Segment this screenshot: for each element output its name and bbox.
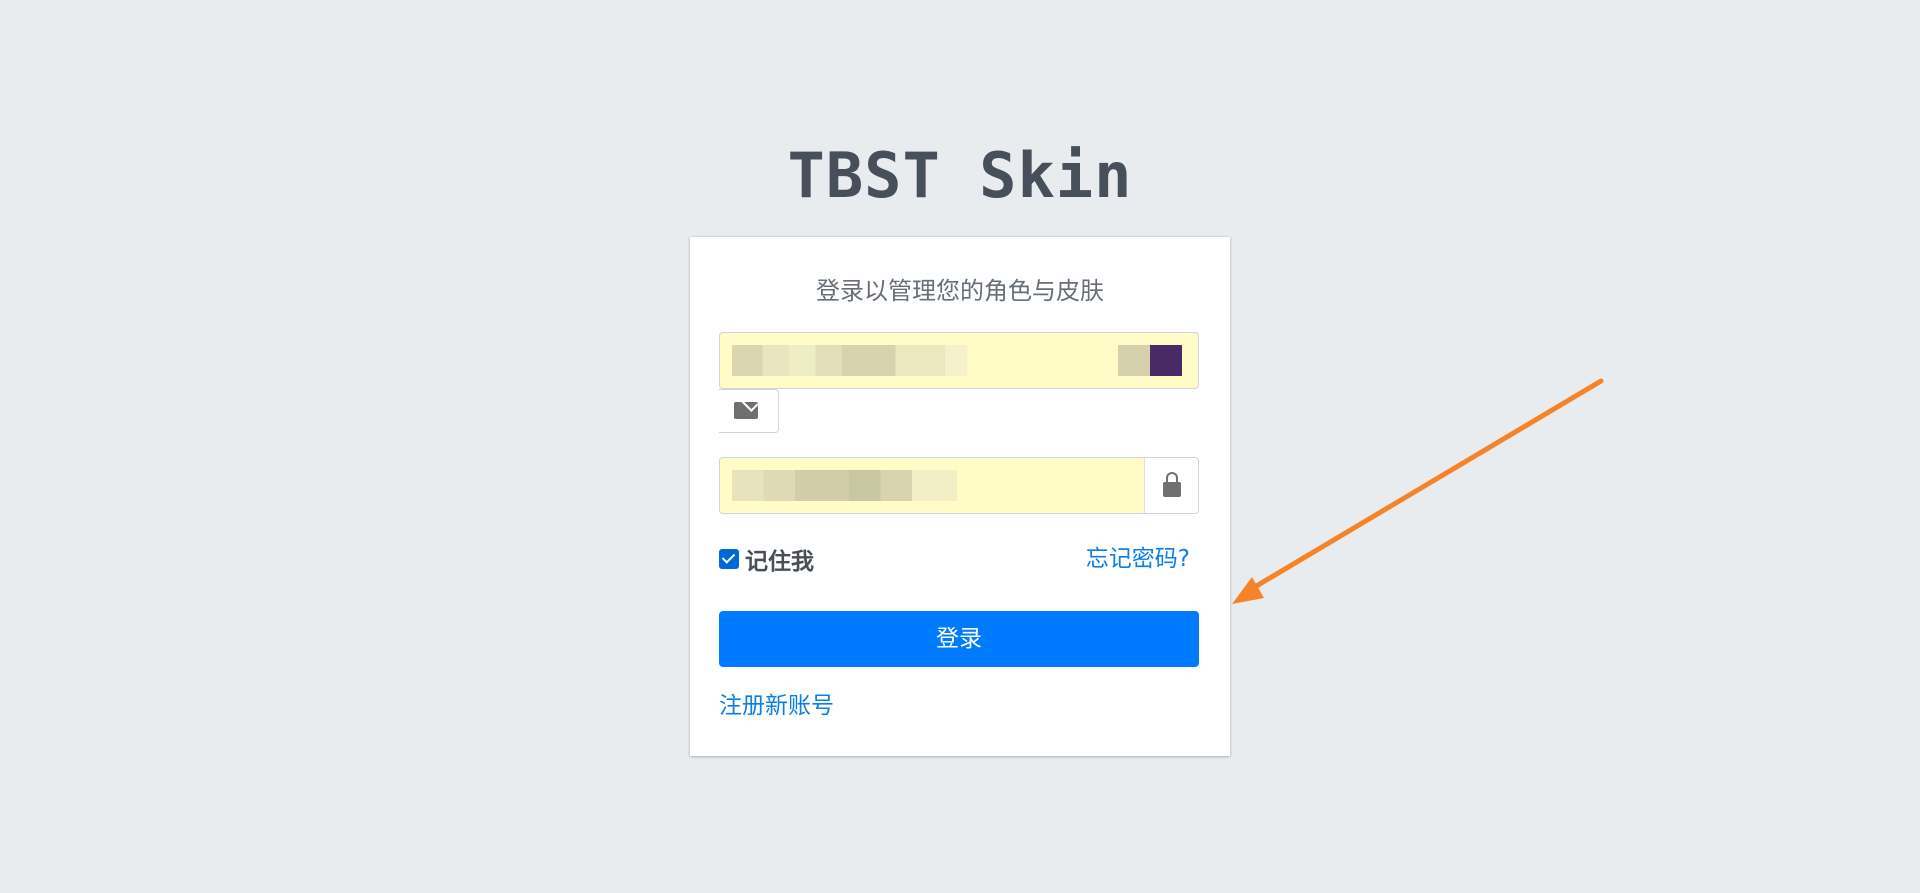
login-subtitle: 登录以管理您的角色与皮肤: [816, 277, 1104, 305]
password-field[interactable]: [719, 457, 1199, 514]
remember-checkbox[interactable]: [719, 549, 739, 569]
arrow-shaft: [1245, 378, 1604, 594]
lock-icon: [1163, 472, 1181, 497]
redacted-email-value: [732, 345, 1112, 376]
envelope-icon: [734, 402, 758, 419]
remember-label: 记住我: [745, 549, 814, 575]
email-input[interactable]: [719, 332, 1199, 389]
register-link[interactable]: 注册新账号: [719, 690, 834, 722]
login-button[interactable]: 登录: [719, 611, 1199, 667]
brand-title: TBST Skin: [787, 139, 1133, 212]
email-addon: [719, 389, 779, 433]
password-input[interactable]: [720, 458, 1144, 513]
login-card: 登录以管理您的角色与皮肤 记住我 忘记密码? 登录 注册新账号: [690, 237, 1230, 756]
redacted-email-suffix: [1150, 345, 1182, 376]
forgot-password-link[interactable]: 忘记密码?: [1086, 544, 1190, 574]
redacted-password-value: [732, 470, 957, 501]
arrow-head: [1232, 577, 1264, 604]
remember-me[interactable]: 记住我: [719, 544, 814, 575]
password-addon: [1144, 458, 1198, 513]
redacted-email-suffix: [1118, 345, 1150, 376]
